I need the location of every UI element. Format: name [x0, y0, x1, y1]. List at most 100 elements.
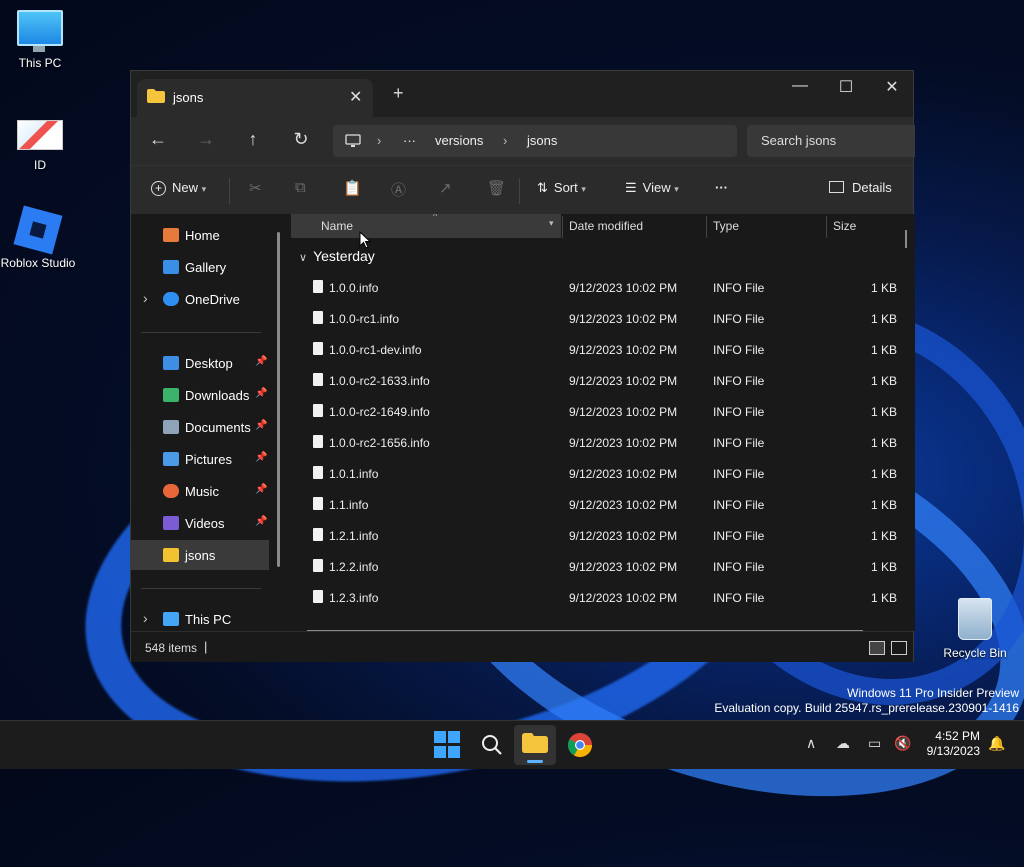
sort-icon: ⇅	[537, 180, 548, 195]
table-row[interactable]: 1.2.1.info 9/12/2023 10:02 PM INFO File 1 K…	[291, 520, 901, 551]
see-more-button[interactable]: ···	[715, 180, 728, 195]
file-icon	[313, 311, 323, 324]
table-row[interactable]: 1.2.2.info 9/12/2023 10:02 PM INFO File 1 K…	[291, 551, 901, 582]
table-row[interactable]: 1.0.0-rc2-1656.info 9/12/2023 10:02 PM INF…	[291, 427, 901, 458]
new-button-label: New	[172, 180, 199, 195]
chevron-up-icon[interactable]: ∧	[806, 735, 816, 752]
file-size: 1 KB	[871, 467, 898, 481]
file-type: INFO File	[713, 498, 765, 512]
onedrive-cloud-icon[interactable]: ☁	[836, 735, 850, 752]
sidebar-item-desktop[interactable]: Desktop 📌	[131, 348, 269, 378]
file-type: INFO File	[713, 374, 765, 388]
search-icon[interactable]	[478, 731, 506, 759]
chrome-icon[interactable]	[566, 731, 594, 759]
close-tab-icon[interactable]: ✕	[349, 87, 362, 107]
evaluation-watermark: Windows 11 Pro Insider Preview Evaluatio…	[714, 686, 1019, 716]
search-box[interactable]: Search jsons	[747, 125, 915, 157]
column-divider[interactable]	[706, 216, 707, 238]
chevron-right-icon: ›	[377, 133, 382, 148]
sidebar-item-pictures[interactable]: Pictures 📌	[131, 444, 269, 474]
title-bar: jsons ✕ + — ☐ ✕	[131, 71, 913, 117]
sidebar-scrollbar[interactable]	[277, 232, 280, 567]
breadcrumb-versions[interactable]: versions	[435, 133, 483, 148]
file-name: 1.0.0.info	[329, 281, 379, 295]
details-view-icon[interactable]	[869, 641, 885, 655]
up-button[interactable]: ↑	[238, 129, 268, 150]
refresh-button[interactable]: ↻	[286, 129, 316, 150]
close-window-button[interactable]: ✕	[869, 77, 915, 97]
notification-bell-icon[interactable]: 🔔	[988, 735, 1005, 752]
sort-button[interactable]: ⇅ Sort ▾	[537, 180, 586, 196]
table-row[interactable]: 1.2.3.info 9/12/2023 10:02 PM INFO File 1 K…	[291, 582, 901, 613]
column-divider[interactable]	[562, 216, 563, 238]
file-icon	[313, 373, 323, 386]
table-row[interactable]: 1.0.0-rc2-1649.info 9/12/2023 10:02 PM INF…	[291, 396, 901, 427]
file-size: 1 KB	[871, 281, 898, 295]
sidebar-item-gallery[interactable]: Gallery	[131, 252, 269, 282]
table-row[interactable]: 1.1.info 9/12/2023 10:02 PM INFO File 1 KB	[291, 489, 901, 520]
table-row[interactable]: 1.0.0-rc1.info 9/12/2023 10:02 PM INFO Fil…	[291, 303, 901, 334]
table-row[interactable]: 1.0.1.info 9/12/2023 10:02 PM INFO File 1 K…	[291, 458, 901, 489]
back-button[interactable]: ←	[143, 129, 173, 150]
desktop-icon-id[interactable]: ID	[0, 120, 80, 172]
network-icon[interactable]: ▭	[868, 735, 881, 752]
column-header-size[interactable]: Size	[833, 219, 856, 233]
rename-icon[interactable]: Ⓐ	[391, 179, 406, 200]
chevron-right-icon[interactable]: ›	[143, 290, 148, 306]
file-name: 1.0.0-rc2-1656.info	[329, 436, 430, 450]
chevron-right-icon[interactable]: ›	[143, 610, 148, 626]
tab-jsons[interactable]: jsons ✕	[137, 79, 373, 117]
desktop-icon-recycle-bin[interactable]: Recycle Bin	[935, 598, 1015, 660]
group-header-yesterday[interactable]: ∨ Yesterday	[299, 248, 375, 264]
sidebar-item-onedrive[interactable]: › OneDrive	[131, 284, 269, 314]
file-type: INFO File	[713, 405, 765, 419]
chevron-down-icon[interactable]: ▾	[549, 218, 554, 229]
sidebar-item-videos[interactable]: Videos 📌	[131, 508, 269, 538]
clock[interactable]: 4:52 PM 9/13/2023	[927, 729, 980, 759]
paste-icon[interactable]: 📋	[343, 179, 362, 197]
large-icons-view-icon[interactable]	[891, 641, 907, 655]
details-button[interactable]: Details	[829, 180, 892, 195]
sidebar-item-music[interactable]: Music 📌	[131, 476, 269, 506]
table-row[interactable]: 1.0.0-rc1-dev.info 9/12/2023 10:02 PM INFO…	[291, 334, 901, 365]
search-input[interactable]: Search jsons	[761, 133, 836, 148]
cut-icon[interactable]: ✂	[249, 179, 262, 197]
column-header-date[interactable]: Date modified	[569, 219, 643, 233]
table-row[interactable]: 1.0.0.info 9/12/2023 10:02 PM INFO File 1 K…	[291, 272, 901, 303]
sidebar-item-documents[interactable]: Documents 📌	[131, 412, 269, 442]
share-icon[interactable]: ↗	[439, 179, 452, 197]
breadcrumb-jsons[interactable]: jsons	[527, 133, 557, 148]
sidebar-item-downloads[interactable]: Downloads 📌	[131, 380, 269, 410]
pin-icon: 📌	[255, 516, 268, 527]
group-label: Yesterday	[313, 248, 375, 264]
copy-icon[interactable]: ⧉	[295, 179, 306, 196]
sidebar-item-jsons[interactable]: jsons	[131, 540, 269, 570]
desktop-icon-roblox-studio[interactable]: Roblox Studio	[0, 205, 78, 270]
view-button[interactable]: ☰ View ▾	[625, 180, 679, 196]
address-bar[interactable]: › ··· versions › jsons	[333, 125, 737, 157]
column-header-name[interactable]: Name ^ ▾	[291, 214, 561, 238]
file-type: INFO File	[713, 312, 765, 326]
forward-button[interactable]: →	[191, 129, 221, 150]
maximize-button[interactable]: ☐	[823, 77, 869, 97]
sidebar-item-home[interactable]: Home	[131, 220, 269, 250]
monitor-icon	[17, 10, 63, 52]
column-header-type[interactable]: Type	[713, 219, 739, 233]
breadcrumb-overflow[interactable]: ···	[403, 133, 416, 148]
minimize-button[interactable]: —	[777, 77, 823, 95]
new-button[interactable]: + New ▾	[151, 180, 206, 196]
new-tab-button[interactable]: +	[393, 83, 404, 104]
sidebar-item-this-pc[interactable]: › This PC	[131, 604, 269, 634]
desktop-icon-this-pc[interactable]: This PC	[0, 10, 80, 70]
sidebar-item-label: Documents	[185, 420, 251, 435]
file-explorer-taskbar-button[interactable]	[514, 725, 556, 765]
volume-muted-icon[interactable]: 🔇	[894, 735, 911, 752]
vertical-scrollbar[interactable]	[905, 230, 907, 248]
start-icon[interactable]	[434, 731, 462, 759]
table-row[interactable]: 1.0.0-rc2-1633.info 9/12/2023 10:02 PM INF…	[291, 365, 901, 396]
file-type: INFO File	[713, 560, 765, 574]
computer-icon	[345, 134, 361, 147]
column-divider[interactable]	[826, 216, 827, 238]
delete-icon[interactable]: 🗑	[487, 179, 506, 197]
sidebar-item-label: Videos	[185, 516, 225, 531]
